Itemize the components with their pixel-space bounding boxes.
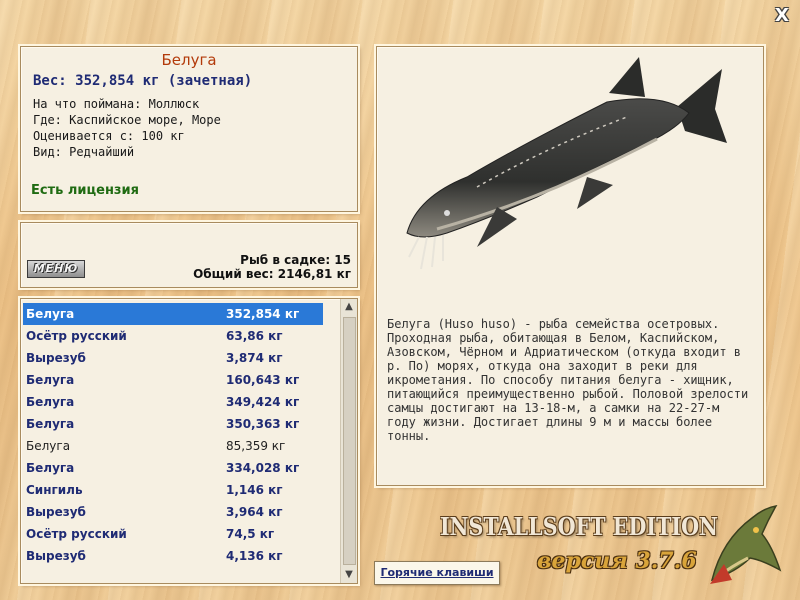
catch-row[interactable]: Белуга 334,028 кг (23, 457, 323, 479)
catch-row-name: Белуга (26, 417, 75, 431)
close-icon[interactable]: X (774, 7, 790, 25)
catch-row-weight: 352,854 кг (226, 307, 300, 321)
cage-panel: МЕНЮ Рыб в садке: 15 Общий вес: 2146,81 … (20, 222, 358, 288)
location: Где: Каспийское море, Море (33, 113, 221, 127)
total-weight: Общий вес: 2146,81 кг (193, 267, 351, 281)
catch-row[interactable]: Вырезуб 3,874 кг (23, 347, 323, 369)
catch-row-weight: 85,359 кг (226, 439, 286, 453)
fish-weight: Вес: 352,854 кг (зачетная) (33, 73, 253, 89)
catch-list-rows: Белуга 352,854 кг Осётр русский 63,86 кг Выр… (23, 303, 323, 567)
sturgeon-image (406, 57, 727, 270)
catch-row-weight: 334,028 кг (226, 461, 300, 475)
catch-row-name: Сингиль (26, 483, 83, 497)
catch-row[interactable]: Белуга 85,359 кг (23, 435, 323, 457)
catch-row-name: Вырезуб (26, 549, 86, 563)
fish-kind: Вид: Редчайший (33, 145, 135, 159)
catch-row-weight: 74,5 кг (226, 527, 275, 541)
catch-row[interactable]: Белуга 160,643 кг (23, 369, 323, 391)
catch-row-name: Вырезуб (26, 351, 86, 365)
catch-row[interactable]: Белуга 350,363 кг (23, 413, 323, 435)
catch-row-weight: 4,136 кг (226, 549, 283, 563)
license-status: Есть лицензия (31, 183, 139, 198)
catch-list[interactable]: Белуга 352,854 кг Осётр русский 63,86 кг Выр… (20, 298, 358, 584)
catch-row[interactable]: Белуга 349,424 кг (23, 391, 323, 413)
catch-row-name: Осётр русский (26, 329, 127, 343)
brand-title: INSTALLSOFT EDITION (440, 512, 718, 541)
catch-row-name: Осётр русский (26, 527, 127, 541)
catch-row-name: Белуга (26, 461, 75, 475)
catch-row-name: Белуга (26, 307, 75, 321)
catch-row[interactable]: Сингиль 1,146 кг (23, 479, 323, 501)
fish-info-panel: Белуга Вес: 352,854 кг (зачетная) На что… (20, 46, 358, 212)
catch-row-weight: 63,86 кг (226, 329, 283, 343)
fish-count: Рыб в садке: 15 (240, 253, 351, 267)
catch-row[interactable]: Вырезуб 4,136 кг (23, 545, 323, 567)
catch-row-weight: 349,424 кг (226, 395, 300, 409)
catch-row-name: Белуга (26, 373, 75, 387)
scroll-thumb[interactable] (343, 317, 356, 565)
hotkeys-button[interactable]: Горячие клавиши (374, 561, 500, 585)
catch-row-weight: 3,964 кг (226, 505, 283, 519)
fish-title: Белуга (161, 51, 217, 69)
list-scrollbar[interactable]: ▲ ▼ (340, 299, 357, 583)
catch-row-weight: 3,874 кг (226, 351, 283, 365)
catch-row[interactable]: Осётр русский 63,86 кг (23, 325, 323, 347)
scroll-up-icon[interactable]: ▲ (341, 299, 357, 315)
catch-row-weight: 160,643 кг (226, 373, 300, 387)
fish-description: Белуга (Huso huso) - рыба семейства осет… (387, 317, 749, 443)
catch-row-weight: 350,363 кг (226, 417, 300, 431)
version-label: версия 3.7.6 (537, 548, 697, 574)
catch-row-weight: 1,146 кг (226, 483, 283, 497)
fish-detail-panel: Белуга (Huso huso) - рыба семейства осет… (376, 46, 764, 486)
caught-on: На что поймана: Моллюск (33, 97, 200, 111)
pike-logo (710, 504, 782, 584)
scroll-down-icon[interactable]: ▼ (341, 567, 357, 583)
catch-row[interactable]: Осётр русский 74,5 кг (23, 523, 323, 545)
catch-row-name: Белуга (26, 439, 71, 453)
menu-button[interactable]: МЕНЮ (27, 260, 85, 278)
catch-row-name: Вырезуб (26, 505, 86, 519)
catch-row[interactable]: Белуга 352,854 кг (23, 303, 323, 325)
rated-from: Оценивается с: 100 кг (33, 129, 185, 143)
catch-row[interactable]: Вырезуб 3,964 кг (23, 501, 323, 523)
catch-row-name: Белуга (26, 395, 75, 409)
